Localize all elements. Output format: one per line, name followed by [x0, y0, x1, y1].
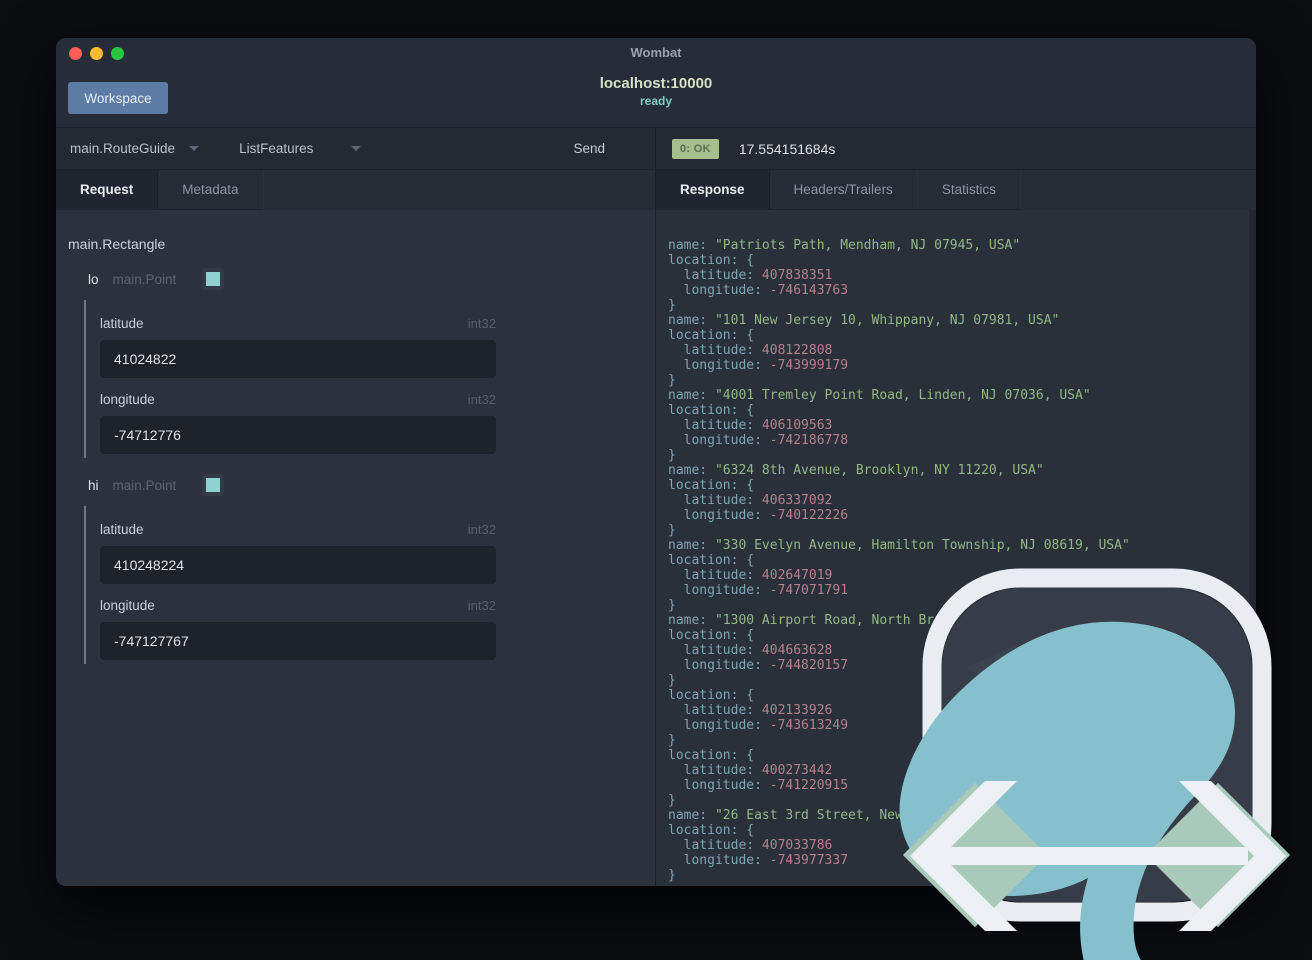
response-line: longitude: -746143763 — [668, 283, 849, 298]
close-button[interactable] — [69, 47, 82, 60]
service-select-label: main.RouteGuide — [70, 141, 176, 156]
lo-latitude-input[interactable] — [100, 340, 496, 378]
response-line: latitude: 408122808 — [668, 343, 833, 358]
response-line: } — [668, 373, 676, 388]
group-type: main.Point — [112, 271, 177, 287]
send-button[interactable]: Send — [573, 141, 605, 156]
response-line: name: "4001 Tremley Point Road, Linden, … — [668, 388, 1091, 403]
response-line: latitude: 402647019 — [668, 568, 833, 583]
field-type: int32 — [467, 521, 496, 537]
field-type: int32 — [467, 597, 496, 613]
response-line: longitude: -743613249 — [668, 718, 849, 733]
response-line: } — [668, 793, 676, 808]
response-line: longitude: -743999179 — [668, 358, 849, 373]
response-line: } — [668, 673, 676, 688]
hi-enabled-checkbox[interactable] — [202, 474, 225, 496]
minimize-button[interactable] — [90, 47, 103, 60]
response-line: name: "6324 8th Avenue, Brooklyn, NY 112… — [668, 463, 1044, 478]
duration-text: 17.554151684s — [738, 140, 836, 157]
response-line: longitude: -743977337 — [668, 853, 849, 868]
chevron-down-icon — [189, 146, 200, 151]
response-line: location: { — [668, 328, 755, 343]
response-panel: name: "Patriots Path, Mendham, NJ 07945,… — [656, 210, 1256, 886]
response-line: longitude: -742186778 — [668, 433, 849, 448]
hi-latitude-input[interactable] — [100, 546, 496, 584]
tab-statistics[interactable]: Statistics — [917, 170, 1021, 210]
response-line: } — [668, 868, 676, 883]
response-output[interactable]: name: "Patriots Path, Mendham, NJ 07945,… — [656, 210, 1256, 883]
response-line: location: { — [668, 823, 755, 838]
server-status: ready — [639, 94, 673, 108]
hi-longitude-input[interactable] — [100, 622, 496, 660]
checkbox-fill — [206, 272, 221, 286]
response-tabbar: Response Headers/Trailers Statistics — [656, 170, 1256, 210]
response-line: } — [668, 448, 676, 463]
window-title: Wombat — [630, 45, 682, 60]
lo-longitude-input[interactable] — [100, 416, 496, 454]
lo-enabled-checkbox[interactable] — [202, 268, 225, 290]
response-line: name: "1300 Airport Road, North Br — [668, 613, 935, 628]
field-label: longitude — [100, 597, 155, 613]
group-name: hi — [88, 477, 99, 493]
field-label: latitude — [100, 315, 144, 331]
response-line: location: { — [668, 403, 755, 418]
response-line: location: { — [668, 688, 755, 703]
response-line: latitude: 406337092 — [668, 493, 833, 508]
response-line: latitude: 407033786 — [668, 838, 833, 853]
response-line: } — [668, 598, 676, 613]
method-select-label: ListFeatures — [239, 141, 314, 156]
response-line: location: { — [668, 478, 755, 493]
response-line: latitude: 402133926 — [668, 703, 833, 718]
status-badge: 0: OK — [672, 138, 719, 159]
response-line: } — [668, 523, 676, 538]
tab-metadata[interactable]: Metadata — [158, 170, 264, 210]
response-line: location: { — [668, 748, 755, 763]
field-group-hi: hi main.Point latitude int32 longitude int32 — [84, 474, 655, 664]
toolbar: main.RouteGuide ListFeatures Send 0: OK … — [56, 128, 1256, 170]
zoom-button[interactable] — [111, 47, 124, 60]
method-select[interactable]: ListFeatures — [239, 141, 362, 156]
response-line: } — [668, 298, 676, 313]
field-type: int32 — [467, 315, 496, 331]
response-line: longitude: -740122226 — [668, 508, 849, 523]
request-tabbar: Request Metadata — [56, 170, 656, 210]
tab-bars: Request Metadata Response Headers/Trailers… — [56, 170, 1256, 210]
response-line: } — [668, 733, 676, 748]
titlebar: Wombat — [56, 38, 1256, 68]
header: Workspace localhost:10000 ready — [56, 68, 1256, 128]
response-line: latitude: 404663628 — [668, 643, 833, 658]
tab-request[interactable]: Request — [56, 170, 159, 210]
field-group-lo: lo main.Point latitude int32 longitude int32 — [84, 268, 655, 458]
response-line: name: "330 Evelyn Avenue, Hamilton Towns… — [668, 538, 1130, 553]
tab-response[interactable]: Response — [656, 170, 770, 210]
response-line: longitude: -747071791 — [668, 583, 849, 598]
chevron-down-icon — [351, 146, 362, 151]
field-label: longitude — [100, 391, 155, 407]
wombat-window: Wombat Workspace localhost:10000 ready m… — [56, 38, 1256, 886]
server-address: localhost:10000 — [599, 75, 713, 92]
response-line: location: { — [668, 553, 755, 568]
response-line: location: { — [668, 253, 755, 268]
response-line: name: "26 East 3rd Street, New Pr — [668, 808, 927, 823]
field-type: int32 — [467, 391, 496, 407]
group-type: main.Point — [112, 477, 177, 493]
response-line: latitude: 406109563 — [668, 418, 833, 433]
response-line: longitude: -741220915 — [668, 778, 849, 793]
group-name: lo — [88, 271, 99, 287]
tab-headers-trailers[interactable]: Headers/Trailers — [769, 170, 918, 210]
field-label: latitude — [100, 521, 144, 537]
message-type-label: main.Rectangle — [68, 236, 166, 252]
response-line: latitude: 400273442 — [668, 763, 833, 778]
service-select[interactable]: main.RouteGuide — [70, 141, 200, 156]
response-line: longitude: -744820157 — [668, 658, 849, 673]
checkbox-fill — [206, 478, 221, 492]
response-line: name: "Patriots Path, Mendham, NJ 07945,… — [668, 238, 1021, 253]
response-line: location: { — [668, 628, 755, 643]
request-panel: main.Rectangle lo main.Point latitude int32… — [56, 210, 656, 886]
response-line: name: "101 New Jersey 10, Whippany, NJ 0… — [668, 313, 1060, 328]
scrollbar[interactable] — [1249, 210, 1256, 886]
response-line: latitude: 407838351 — [668, 268, 833, 283]
